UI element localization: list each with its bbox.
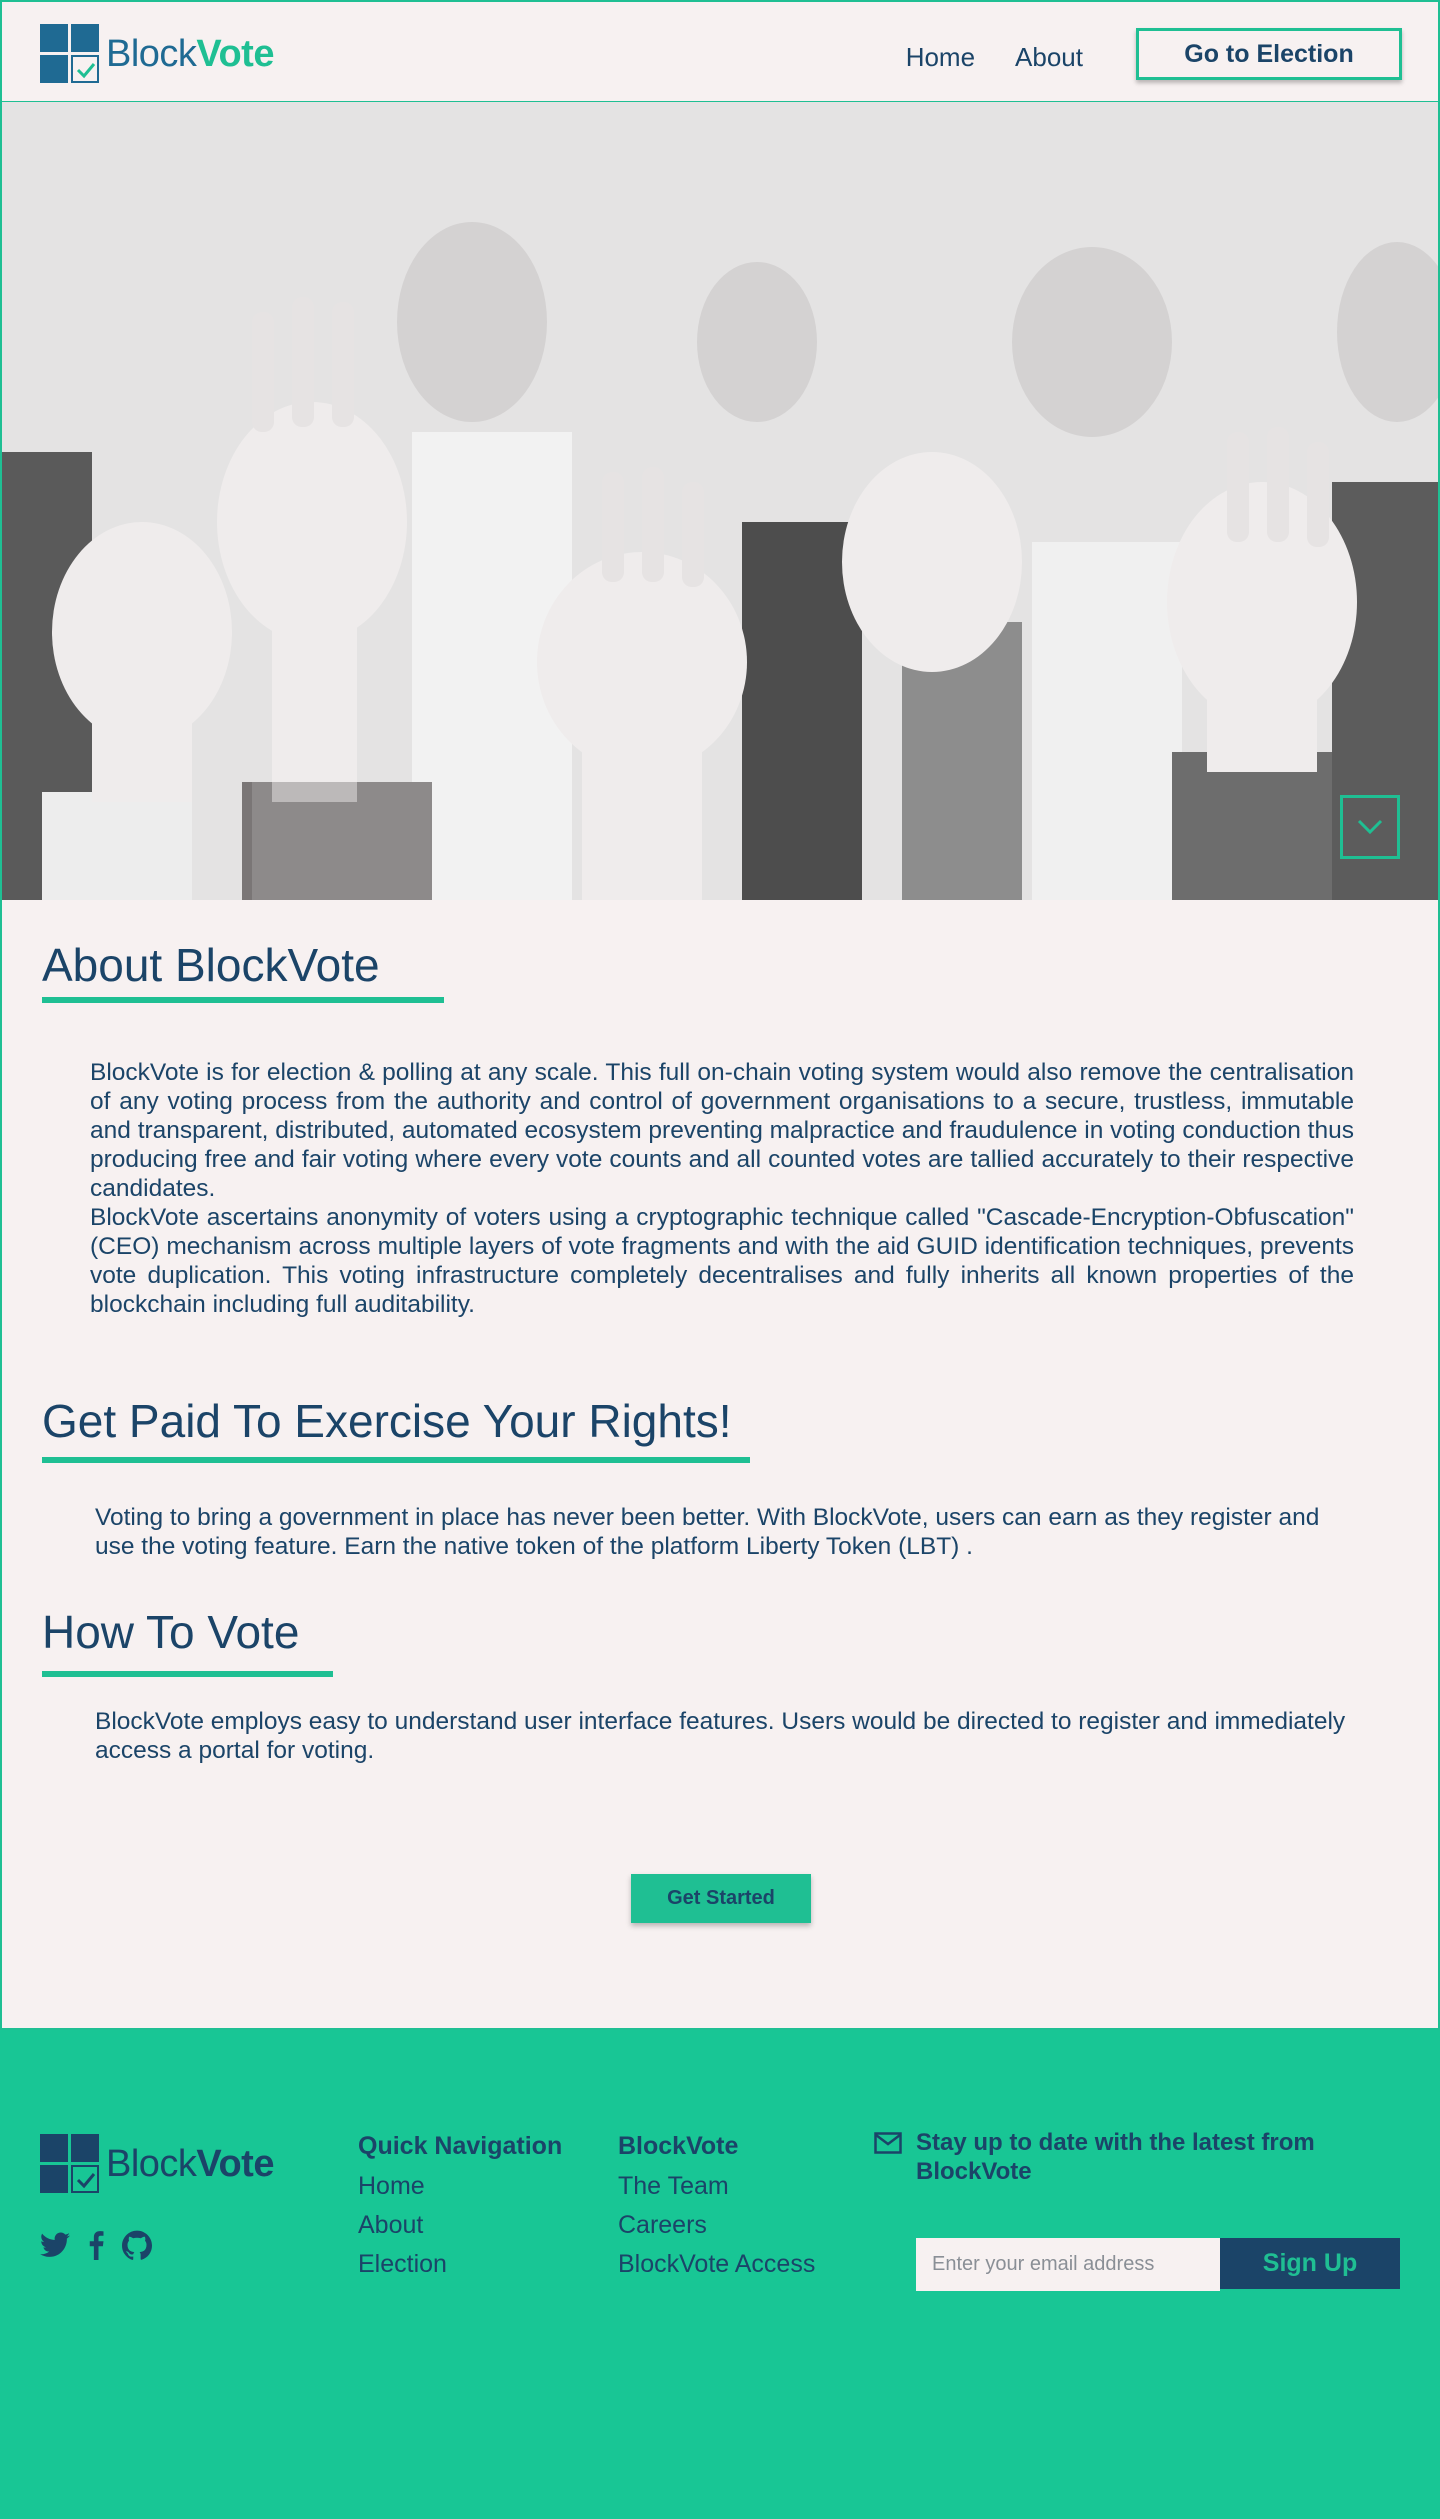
blockvote-column: BlockVote The Team Careers BlockVote Acc… [618, 2132, 815, 2284]
footer-link-election[interactable]: Election [358, 2245, 562, 2284]
footer-link-about[interactable]: About [358, 2206, 562, 2245]
footer-link-home[interactable]: Home [358, 2167, 562, 2206]
footer-logo[interactable]: BlockVote [40, 2134, 274, 2194]
footer-logo-wordmark: BlockVote [106, 2143, 274, 2185]
main-nav: Home About [906, 42, 1083, 73]
nav-about-link[interactable]: About [1015, 42, 1083, 73]
get-started-button[interactable]: Get Started [631, 1874, 811, 1923]
quick-navigation-heading: Quick Navigation [358, 2132, 563, 2160]
social-links [40, 2230, 152, 2260]
paid-underline [42, 1457, 750, 1463]
email-input[interactable] [916, 2238, 1220, 2291]
hero-image [0, 102, 1440, 902]
logo-mark-icon [40, 24, 100, 84]
footer-logo-mark-icon [40, 2134, 100, 2194]
twitter-icon[interactable] [40, 2232, 70, 2258]
footer-link-team[interactable]: The Team [618, 2167, 815, 2206]
quick-navigation-column: Quick Navigation Home About Election [358, 2132, 562, 2284]
about-underline [42, 997, 444, 1003]
raised-hands-illustration [2, 102, 1438, 900]
about-title: About BlockVote [42, 939, 380, 991]
logo-wordmark: BlockVote [106, 33, 274, 75]
logo[interactable]: BlockVote [40, 24, 274, 84]
how-paragraph: BlockVote employs easy to understand use… [95, 1708, 1346, 1764]
footer-link-access[interactable]: BlockVote Access [618, 2245, 815, 2284]
blockvote-heading: BlockVote [618, 2132, 739, 2160]
sign-up-button[interactable]: Sign Up [1220, 2238, 1400, 2289]
about-paragraph-2: BlockVote ascertains anonymity of voters… [90, 1204, 1354, 1318]
footer-link-careers[interactable]: Careers [618, 2206, 815, 2245]
about-paragraph-1: BlockVote is for election & polling at a… [90, 1059, 1354, 1202]
how-title: How To Vote [42, 1606, 300, 1658]
how-underline [42, 1671, 333, 1677]
site-header: BlockVote Home About Go to Election [0, 0, 1440, 103]
newsletter-message: Stay up to date with the latest from Blo… [916, 2129, 1315, 2185]
paid-title: Get Paid To Exercise Your Rights! [42, 1395, 732, 1447]
paid-paragraph: Voting to bring a government in place ha… [95, 1504, 1320, 1560]
facebook-icon[interactable] [88, 2230, 104, 2260]
main-content: About BlockVote BlockVote is for electio… [0, 900, 1440, 2030]
chevron-down-icon [1357, 819, 1383, 835]
go-to-election-button[interactable]: Go to Election [1136, 28, 1402, 80]
scroll-down-button[interactable] [1340, 795, 1400, 859]
mail-icon [874, 2132, 902, 2154]
nav-home-link[interactable]: Home [906, 42, 975, 73]
github-icon[interactable] [122, 2230, 152, 2260]
